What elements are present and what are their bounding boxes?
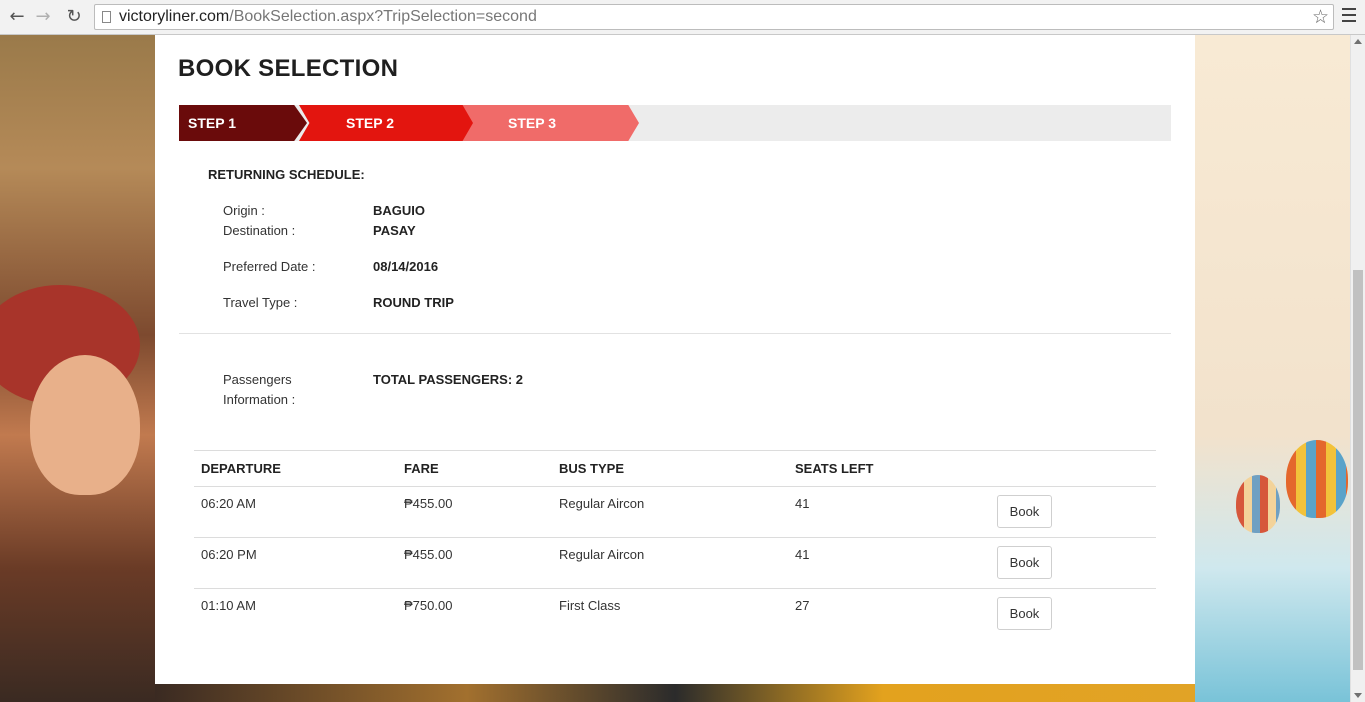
fare-cell: ₱455.00: [404, 547, 453, 562]
background-bottom-strip: [155, 684, 1195, 702]
passengers-label-line2: Information :: [223, 392, 296, 407]
background-woman-image: [0, 35, 160, 702]
scroll-up-arrow-icon[interactable]: [1354, 39, 1362, 44]
hot-air-balloon-small: [1236, 475, 1280, 533]
table-row: 06:20 PM ₱455.00 Regular Aircon 41 Book: [194, 538, 1156, 589]
page-title: BOOK SELECTION: [178, 55, 399, 82]
scroll-down-arrow-icon[interactable]: [1354, 693, 1362, 698]
url-domain: victoryliner.com: [119, 8, 230, 25]
travel-type-label: Travel Type :: [223, 295, 298, 310]
passengers-label-line1: Passengers: [223, 372, 292, 387]
booking-card: BOOK SELECTION STEP 1 STEP 2 STEP 3 RETU…: [155, 35, 1195, 684]
travel-type-value: ROUND TRIP: [373, 295, 454, 310]
step-progress-bar: STEP 1 STEP 2 STEP 3: [179, 105, 1171, 141]
total-passengers-value: TOTAL PASSENGERS: 2: [373, 372, 524, 387]
step-1-label: STEP 1: [188, 115, 236, 131]
url-path: /BookSelection.aspx?TripSelection=second: [229, 8, 537, 25]
step-2: STEP 2: [299, 105, 473, 141]
hot-air-balloon-large: [1286, 440, 1348, 518]
background-beach-image: [1195, 35, 1350, 702]
origin-value: BAGUIO: [373, 203, 425, 218]
page-icon: [102, 11, 111, 23]
preferred-date-label: Preferred Date :: [223, 259, 316, 274]
header-bus-type: BUS TYPE: [559, 461, 625, 476]
destination-label: Destination :: [223, 223, 296, 238]
bus-type-cell: Regular Aircon: [559, 496, 645, 511]
address-bar[interactable]: victoryliner.com/BookSelection.aspx?Trip…: [94, 4, 1334, 30]
hamburger-menu-icon[interactable]: [1342, 8, 1356, 26]
back-arrow-icon[interactable]: ←: [6, 6, 28, 28]
departure-cell: 06:20 PM: [201, 547, 257, 562]
table-header-row: DEPARTURE FARE BUS TYPE SEATS LEFT: [194, 450, 1156, 487]
header-fare: FARE: [404, 461, 439, 476]
departure-cell: 01:10 AM: [201, 598, 256, 613]
section-divider: [179, 333, 1171, 334]
returning-schedule-heading: RETURNING SCHEDULE:: [208, 167, 365, 182]
browser-toolbar: ← → ↻ victoryliner.com/BookSelection.asp…: [0, 0, 1365, 35]
url-text[interactable]: victoryliner.com/BookSelection.aspx?Trip…: [119, 8, 537, 26]
fare-cell: ₱455.00: [404, 496, 453, 511]
bus-type-cell: First Class: [559, 598, 621, 613]
scrollbar-thumb[interactable]: [1353, 270, 1363, 670]
origin-label: Origin :: [223, 203, 265, 218]
forward-arrow-icon[interactable]: →: [32, 6, 54, 28]
step-3-label: STEP 3: [508, 115, 556, 131]
book-button[interactable]: Book: [997, 546, 1052, 579]
departure-cell: 06:20 AM: [201, 496, 256, 511]
bus-type-cell: Regular Aircon: [559, 547, 645, 562]
bookmark-star-icon[interactable]: ☆: [1312, 6, 1329, 28]
book-button[interactable]: Book: [997, 597, 1052, 630]
fare-cell: ₱750.00: [404, 598, 453, 613]
trips-table: DEPARTURE FARE BUS TYPE SEATS LEFT 06:20…: [194, 450, 1156, 640]
table-row: 06:20 AM ₱455.00 Regular Aircon 41 Book: [194, 487, 1156, 538]
book-button[interactable]: Book: [997, 495, 1052, 528]
step-1: STEP 1: [179, 105, 307, 141]
seats-left-cell: 41: [795, 547, 810, 562]
page-scrollbar[interactable]: [1350, 35, 1365, 702]
step-2-label: STEP 2: [346, 115, 394, 131]
table-row: 01:10 AM ₱750.00 First Class 27 Book: [194, 589, 1156, 640]
seats-left-cell: 27: [795, 598, 810, 613]
preferred-date-value: 08/14/2016: [373, 259, 439, 274]
step-3: STEP 3: [461, 105, 639, 141]
seats-left-cell: 41: [795, 496, 810, 511]
header-departure: DEPARTURE: [201, 461, 281, 476]
header-seats-left: SEATS LEFT: [795, 461, 874, 476]
face-shape: [30, 355, 140, 495]
reload-icon[interactable]: ↻: [63, 6, 85, 28]
destination-value: PASAY: [373, 223, 416, 238]
